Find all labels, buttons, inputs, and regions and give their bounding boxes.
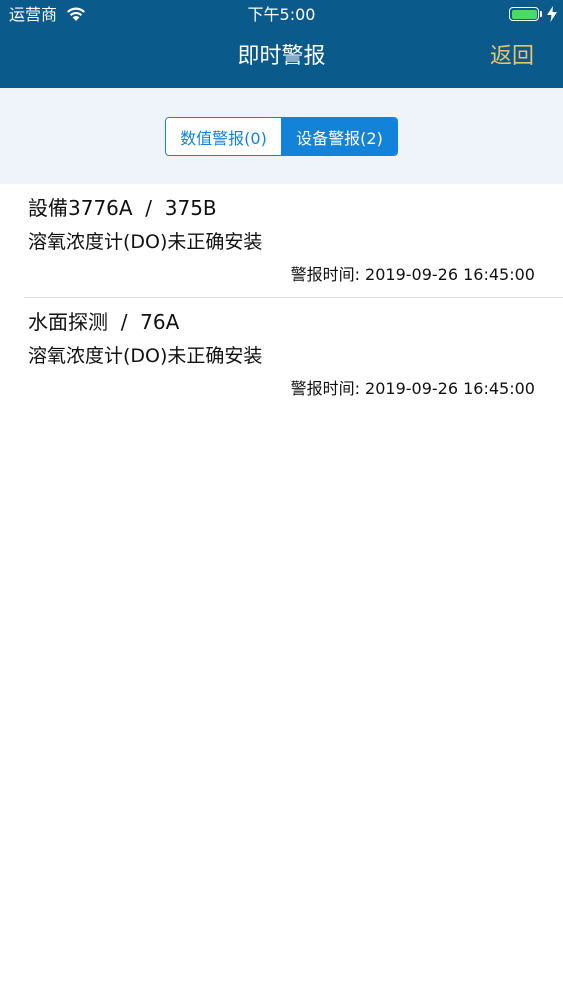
alert-list-item[interactable]: 水面探测 / 76A 溶氧浓度计(DO)未正确安装 警报时间: 2019-09-… — [0, 298, 563, 412]
battery-tip — [540, 11, 542, 17]
page-title: 即时警报 — [237, 44, 326, 69]
status-bar: 运营商 下午5:00 — [0, 0, 563, 30]
alert-device-title: 設備3776A / 375B — [28, 196, 217, 220]
tab-device-alerts[interactable]: 设备警报(2) — [282, 118, 397, 155]
alert-description: 溶氧浓度计(DO)未正确安装 — [28, 231, 263, 253]
navigation-header: 运营商 下午5:00 即时警报 返回 — [0, 0, 563, 88]
alert-list: 設備3776A / 375B 溶氧浓度计(DO)未正确安装 警报时间: 2019… — [0, 184, 563, 412]
back-button[interactable]: 返回 — [490, 42, 534, 72]
status-time: 下午5:00 — [247, 5, 316, 24]
alert-type-segmented-control: 数值警报(0) 设备警报(2) — [165, 117, 398, 156]
alert-time: 警报时间: 2019-09-26 16:45:00 — [290, 265, 535, 284]
alert-description: 溶氧浓度计(DO)未正确安装 — [28, 345, 263, 367]
alert-device-title: 水面探测 / 76A — [28, 310, 180, 334]
battery-level-fill — [511, 9, 537, 19]
battery-icon — [509, 7, 539, 21]
tab-value-alerts[interactable]: 数值警报(0) — [166, 118, 282, 155]
alert-time: 警报时间: 2019-09-26 16:45:00 — [290, 379, 535, 398]
alert-list-item[interactable]: 設備3776A / 375B 溶氧浓度计(DO)未正确安装 警报时间: 2019… — [0, 184, 563, 298]
charging-bolt-icon — [547, 6, 557, 26]
